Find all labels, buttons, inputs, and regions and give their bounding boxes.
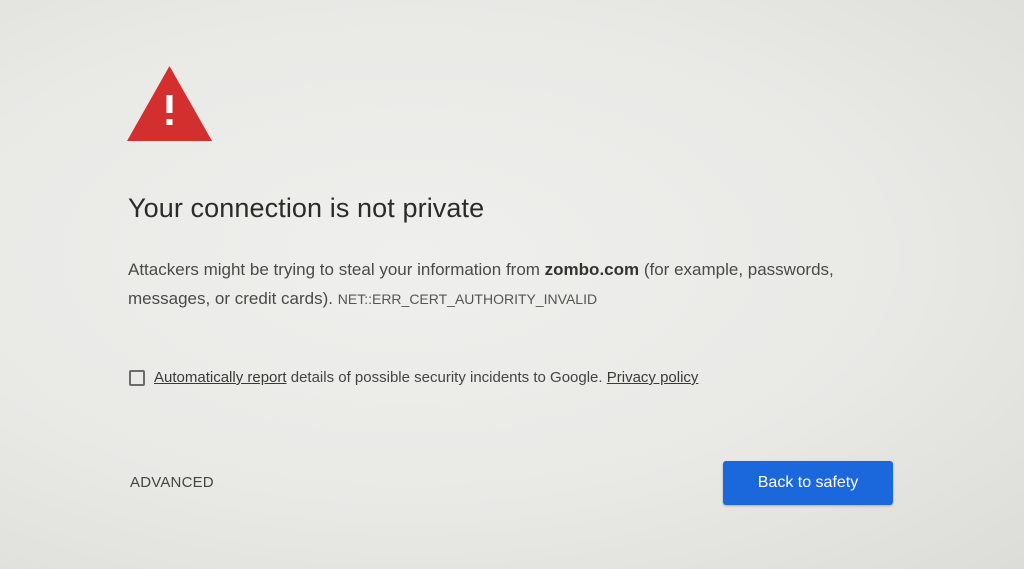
page-title: Your connection is not private	[128, 193, 485, 223]
ssl-error-interstitial: Your connection is not private Attackers…	[0, 0, 1024, 569]
report-option-row: Automatically report details of possible…	[129, 369, 698, 386]
report-description: details of possible security incidents t…	[286, 369, 607, 386]
back-to-safety-button[interactable]: Back to safety	[723, 461, 893, 505]
report-text: Automatically report details of possible…	[154, 369, 698, 386]
advanced-button[interactable]: ADVANCED	[130, 474, 214, 491]
report-checkbox[interactable]	[129, 369, 145, 386]
explanation-text: Attackers might be trying to steal your …	[128, 260, 545, 279]
error-code[interactable]: NET::ERR_CERT_AUTHORITY_INVALID	[338, 291, 597, 307]
site-domain: zombo.com	[544, 260, 640, 279]
warning-triangle-icon	[127, 66, 212, 141]
privacy-policy-link[interactable]: Privacy policy	[607, 369, 699, 386]
error-explanation: Attackers might be trying to steal your …	[128, 255, 888, 314]
automatic-report-link[interactable]: Automatically report	[154, 369, 287, 386]
